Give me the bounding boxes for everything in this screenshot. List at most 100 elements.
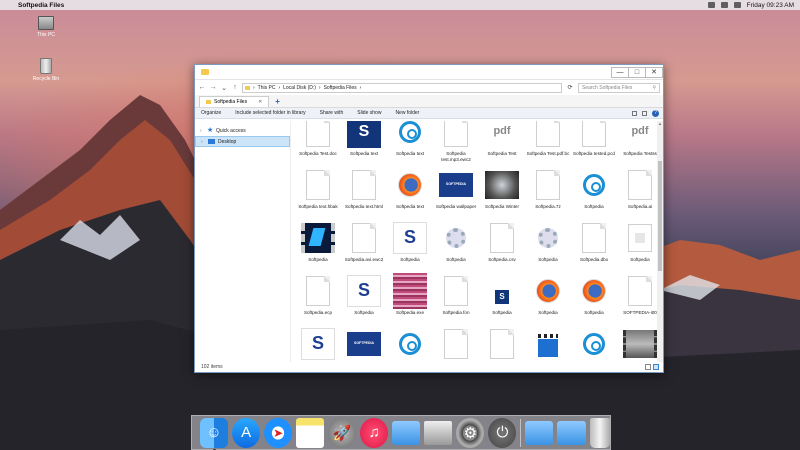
breadcrumb-separator: › [359, 84, 362, 91]
include-in-library-button[interactable]: Include selected folder in library [235, 110, 305, 116]
menu-bar: Softpedia Files Friday 09:23 AM [0, 0, 800, 10]
breadcrumb-local-disk[interactable]: Local Disk (D:) [283, 85, 316, 91]
trash-icon[interactable] [589, 417, 611, 448]
menu-clock[interactable]: Friday 09:23 AM [747, 2, 794, 9]
file-item[interactable]: Softpedia text.hbak [295, 168, 341, 221]
recent-locations-button[interactable]: ⌄ [220, 84, 228, 92]
finder-icon[interactable]: ☺ [200, 417, 229, 450]
title-bar[interactable]: — □ ✕ [195, 65, 663, 80]
breadcrumb-softpedia-files[interactable]: Softpedia Files [324, 85, 357, 91]
file-thumbnail [301, 274, 335, 308]
file-item[interactable]: Softpedia [525, 274, 571, 327]
explorer-content: › ★ Quick access › Desktop Softpedia Tes… [195, 121, 663, 362]
file-item[interactable]: Softpedia [571, 327, 617, 362]
file-item[interactable]: S Softpedia text [341, 121, 387, 168]
forward-button[interactable]: → [209, 84, 217, 91]
file-item[interactable]: SOFTPEDIASoftpedia [341, 327, 387, 362]
battery-icon[interactable] [707, 2, 715, 8]
file-item[interactable]: Softpedia.dbx [571, 221, 617, 274]
file-item[interactable]: Softpedia.exe [387, 273, 433, 327]
file-item[interactable]: Softpedia.mdb [433, 327, 479, 362]
file-item[interactable]: Softpedia [525, 327, 571, 362]
nav-item-desktop[interactable]: › Desktop [195, 136, 290, 147]
file-item[interactable]: Softpedia [571, 274, 617, 327]
large-icons-view-icon[interactable] [653, 364, 659, 370]
notes-icon[interactable] [296, 417, 325, 448]
file-item[interactable]: Softpedia text [387, 168, 433, 221]
nav-item-quick-access[interactable]: › ★ Quick access [195, 125, 290, 136]
file-name: Softpedia text [395, 151, 425, 156]
details-view-icon[interactable] [645, 364, 651, 370]
safari-icon[interactable]: ➤ [264, 417, 293, 448]
system-preferences-icon[interactable]: ⚙ [456, 417, 485, 448]
file-item[interactable]: Softpedia.fon [433, 274, 479, 327]
gear-icon [538, 228, 558, 248]
active-app-name[interactable]: Softpedia Files [18, 2, 64, 9]
launchpad-icon[interactable]: 🚀 [328, 417, 357, 448]
back-button[interactable]: ← [198, 84, 206, 91]
file-item[interactable]: Softpedia.avi.ewc2 [341, 221, 387, 274]
file-item[interactable]: SOFTPEDIA Softpedia wallpaper [433, 168, 479, 221]
minimize-button[interactable]: — [611, 66, 629, 78]
view-options-icon[interactable] [632, 110, 637, 116]
file-item[interactable]: Softpedia.ecp [295, 274, 341, 327]
desktop-icon-this-pc[interactable]: This PC [26, 16, 66, 38]
file-item[interactable]: Softpedia.csv [479, 221, 525, 274]
file-item[interactable]: Softpedia test.mp3.ewc2 [433, 121, 479, 168]
file-item[interactable]: SSoftpedia [295, 327, 341, 362]
vertical-scrollbar[interactable]: ▲ [657, 121, 663, 362]
file-item[interactable]: Softpedia [571, 168, 617, 221]
folder-icon[interactable] [392, 420, 421, 445]
search-input[interactable]: Search Softpedia Files ⚲ [578, 82, 660, 93]
chevron-right-icon[interactable]: › [201, 139, 205, 145]
drive-icon[interactable] [424, 420, 453, 445]
desktop-icon-recycle-bin[interactable]: Recycle Bin [26, 58, 66, 82]
help-icon[interactable]: ? [652, 109, 659, 117]
close-button[interactable]: ✕ [645, 66, 663, 78]
file-item[interactable]: Softpedia Winter [479, 168, 525, 221]
file-item[interactable]: SSoftpedia [341, 274, 387, 327]
file-item[interactable]: Softpedia.7z [525, 168, 571, 221]
scroll-up-icon[interactable]: ▲ [657, 121, 663, 127]
chevron-right-icon[interactable]: › [200, 128, 204, 134]
new-folder-button[interactable]: New folder [395, 110, 419, 116]
maximize-button[interactable]: □ [628, 66, 646, 78]
organize-button[interactable]: Organize [201, 110, 221, 116]
file-item[interactable]: Softpedia text [387, 121, 433, 168]
share-with-button[interactable]: Share with [320, 110, 344, 116]
refresh-button[interactable]: ⟳ [565, 84, 575, 91]
file-item[interactable]: Softpedia Test.doc [295, 121, 341, 168]
navigation-pane: › ★ Quick access › Desktop [195, 121, 291, 362]
folder-icon [201, 69, 209, 75]
file-item[interactable]: Softpedia text.html [341, 168, 387, 221]
preview-pane-icon[interactable] [642, 110, 647, 116]
file-item[interactable]: Softpedia [295, 221, 341, 274]
up-button[interactable]: ↑ [231, 84, 239, 91]
new-tab-button[interactable]: + [275, 97, 280, 106]
file-item[interactable]: Softpedia [525, 221, 571, 274]
app-store-icon[interactable]: A [232, 417, 261, 448]
file-item[interactable]: Softpedia tested.pcd [571, 121, 617, 168]
file-item[interactable]: Softpedia.mfp [479, 327, 525, 362]
tab-softpedia-files[interactable]: Softpedia Files ✕ [199, 96, 270, 107]
address-bar[interactable]: › This PC › Local Disk (D:) › Softpedia … [242, 82, 562, 93]
file-name: Softpedia [446, 257, 466, 262]
volume-icon[interactable] [733, 2, 741, 8]
slide-show-button[interactable]: Slide show [357, 110, 381, 116]
wifi-icon[interactable] [720, 2, 728, 8]
close-tab-icon[interactable]: ✕ [258, 99, 262, 105]
breadcrumb-this-pc[interactable]: This PC [258, 85, 276, 91]
file-item[interactable]: Softpedia [433, 221, 479, 274]
file-item[interactable]: pdf Softpedia Test [479, 121, 525, 168]
file-item[interactable]: SSoftpedia [479, 274, 525, 327]
music-icon[interactable]: ♫ [360, 417, 389, 448]
document-thumbnail [352, 223, 376, 253]
file-item[interactable]: SSoftpedia [387, 221, 433, 274]
folder-icon[interactable] [557, 420, 586, 445]
file-item[interactable]: Softpedia Test.pdf.bc [525, 121, 571, 168]
folder-icon[interactable] [525, 420, 554, 445]
power-icon[interactable]: ⏻ [488, 417, 517, 448]
file-item[interactable]: Softpedia [387, 327, 433, 362]
firefox-icon [398, 173, 422, 197]
scrollbar-thumb[interactable] [658, 161, 662, 271]
